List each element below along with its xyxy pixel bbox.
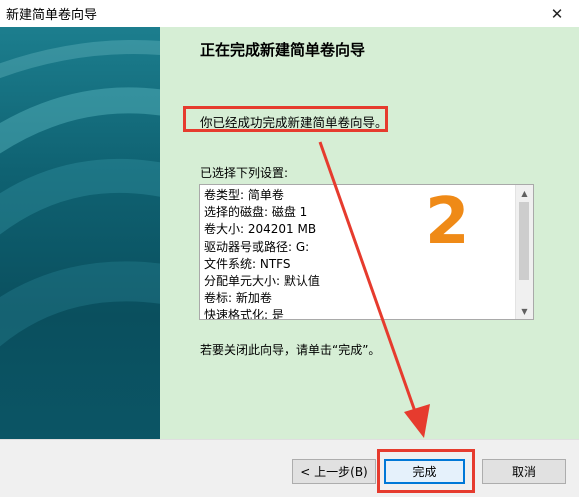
annotation-arrow xyxy=(318,141,430,438)
